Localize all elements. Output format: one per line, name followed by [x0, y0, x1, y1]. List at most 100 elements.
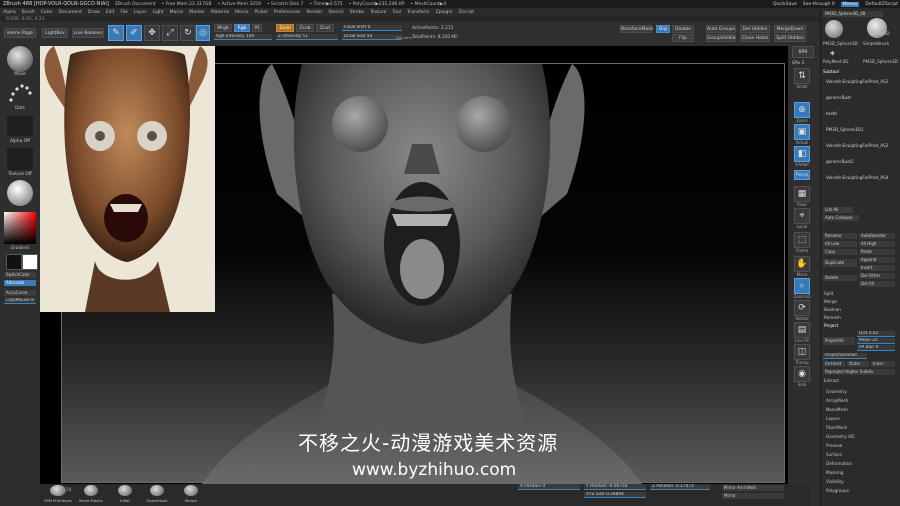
subtool-item[interactable]: PM3D_Sphere3D1	[824, 127, 896, 133]
local-button[interactable]: ⌖	[794, 208, 810, 224]
copy-button[interactable]: Copy	[823, 249, 857, 255]
tool-submenu[interactable]: FiberMesh	[826, 425, 847, 430]
tool-thumb-sphere[interactable]	[825, 20, 843, 38]
reproject-button[interactable]: Reproject Higher Subdiv	[823, 369, 895, 375]
pa-blur-slider[interactable]: PA Blur 0	[857, 345, 895, 351]
alternate-button[interactable]: Alternate	[4, 280, 36, 286]
backface-mask-button[interactable]: BackfaceMask	[620, 25, 653, 33]
menu-item[interactable]: Texture	[370, 10, 386, 15]
live-boolean-button[interactable]: Live Boolean	[72, 28, 104, 38]
subtool-item[interactable]: genericBust	[824, 95, 896, 101]
tool-submenu[interactable]: Surface	[826, 452, 842, 457]
quicksave-button[interactable]: QuickSave	[773, 2, 797, 7]
home-page-button[interactable]: Home Page	[4, 28, 36, 38]
tool-submenu[interactable]: Layers	[826, 416, 840, 421]
menu-item[interactable]: Zscript	[459, 10, 475, 15]
menu-item[interactable]: Transform	[407, 10, 429, 15]
switch-color-button[interactable]: SwitchColor	[4, 272, 36, 278]
tool-item[interactable]: PM3D_Sphere3D	[863, 59, 898, 64]
remesh-menu[interactable]: Remesh	[824, 315, 841, 320]
rotate-view-button[interactable]: ⟳	[794, 300, 810, 316]
accucurve-button[interactable]: AccuCurve	[4, 290, 36, 296]
tool-submenu[interactable]: Geometry	[826, 389, 847, 394]
linefill-button[interactable]: ▤	[794, 322, 810, 338]
subtool-item[interactable]: teeth	[824, 111, 896, 117]
all-high-button[interactable]: All High	[859, 241, 895, 247]
del-other-button[interactable]: Del Other	[859, 273, 895, 279]
xyz-size-slider[interactable]: XYZ Size 0.28894	[584, 492, 646, 498]
menu-item[interactable]: Document	[59, 10, 82, 15]
auto-reorder-button[interactable]: AutoReorder	[859, 233, 895, 239]
outer-button[interactable]: Outer	[847, 361, 869, 367]
rgb-intensity-slider[interactable]: Rgb Intensity 100	[214, 34, 272, 40]
lazy-mouse-slider[interactable]: LazyMouse 8	[4, 298, 36, 304]
tool-item[interactable]: PolyMesh3D	[823, 59, 849, 64]
mrgb-button[interactable]: Mrgb	[214, 24, 232, 32]
persp-button[interactable]: Persp	[794, 170, 810, 180]
polymesh-star-icon[interactable]: ✶	[829, 49, 836, 58]
inner-button[interactable]: Inner	[871, 361, 895, 367]
tool-submenu[interactable]: Preview	[826, 443, 842, 448]
dist-slider[interactable]: Dist 0.02	[857, 331, 895, 337]
draw-button[interactable]: ✐	[126, 25, 142, 41]
menu-item[interactable]: Picker	[254, 10, 267, 15]
menu-item[interactable]: Stroke	[350, 10, 364, 15]
tool-submenu[interactable]: ArrayMesh	[826, 398, 848, 403]
list-all-button[interactable]: List All	[823, 207, 853, 213]
alpha-thumbnail[interactable]	[7, 116, 33, 136]
group-visible-button[interactable]: GroupVisible	[706, 34, 736, 42]
menu-item[interactable]: Material	[211, 10, 229, 15]
solo-button[interactable]: ◉	[794, 366, 810, 382]
gizmo-button[interactable]: ◎	[196, 25, 210, 41]
menu-item[interactable]: Color	[41, 10, 53, 15]
zcut-button[interactable]: Zcut	[316, 24, 334, 32]
x-position-slider[interactable]: X Position 0	[518, 484, 580, 490]
brush-thumbnail[interactable]	[7, 46, 33, 72]
floor-button[interactable]: ▦	[794, 186, 810, 202]
rotate-button[interactable]: ↻	[180, 25, 196, 41]
rgb-button[interactable]: Rgb	[234, 24, 250, 32]
append-button[interactable]: Append	[859, 257, 895, 263]
farthest-button[interactable]: Farthest	[823, 361, 845, 367]
del-hidden-button[interactable]: Del Hidden	[740, 25, 770, 33]
zoom-button[interactable]: ⊕	[794, 102, 810, 118]
rename-button[interactable]: Rename	[823, 233, 857, 239]
extract-menu[interactable]: Extract	[824, 378, 839, 383]
menus-button[interactable]: Menus	[840, 1, 860, 7]
tool-submenu[interactable]: Masking	[826, 470, 843, 475]
zsub-button[interactable]: Zsub	[296, 24, 314, 32]
tool-submenu[interactable]: NanoMesh	[826, 407, 848, 412]
menu-item[interactable]: Tool	[392, 10, 401, 15]
mirror-weld-button[interactable]: Mirror And Weld	[722, 485, 784, 491]
snakehook-brush-icon[interactable]	[150, 485, 164, 496]
subtool-header[interactable]: Subtool	[823, 69, 839, 74]
subtool-item[interactable]: VelvetinSculptingForProd_AS1	[824, 79, 896, 85]
draw-size-slider[interactable]: Draw Size 54	[342, 34, 402, 40]
tool-submenu[interactable]: Polygroups	[826, 488, 849, 493]
auto-groups-button[interactable]: Auto Groups	[706, 25, 736, 33]
m-button[interactable]: M	[252, 24, 262, 32]
delete-button[interactable]: Delete	[823, 275, 857, 281]
move-view-button[interactable]: ✋	[794, 256, 810, 272]
default-zscript-button[interactable]: DefaultZScript	[865, 2, 898, 7]
mean-slider[interactable]: Mean 25	[857, 338, 895, 344]
scroll-button[interactable]: ⇅	[794, 68, 810, 84]
menu-item[interactable]: Draw	[88, 10, 100, 15]
menu-item[interactable]: Marker	[189, 10, 205, 15]
material-sphere[interactable]	[7, 180, 33, 206]
imm-primitives-brush-icon[interactable]	[50, 485, 66, 496]
project-all-button[interactable]: ProjectAll	[823, 337, 855, 345]
current-tool-name[interactable]: PM3D_Sphere3D_48	[823, 11, 883, 17]
frame-button[interactable]: ⬚	[794, 232, 810, 248]
paste-button[interactable]: Paste	[859, 249, 895, 255]
menu-item[interactable]: Movie	[235, 10, 248, 15]
tool-submenu[interactable]: Visibility	[826, 479, 844, 484]
focal-shift-slider[interactable]: Focal Shift 0	[342, 25, 402, 31]
double-button[interactable]: Double	[672, 25, 694, 33]
all-low-button[interactable]: All Low	[823, 241, 857, 247]
split-hidden-button[interactable]: Split Hidden	[774, 34, 806, 42]
tool-submenu[interactable]: Geometry HD	[826, 434, 855, 439]
menu-item[interactable]: Edit	[106, 10, 115, 15]
auto-collapse-button[interactable]: Auto Collapse	[823, 215, 859, 221]
merge-down-button[interactable]: MergeDown	[774, 25, 806, 33]
